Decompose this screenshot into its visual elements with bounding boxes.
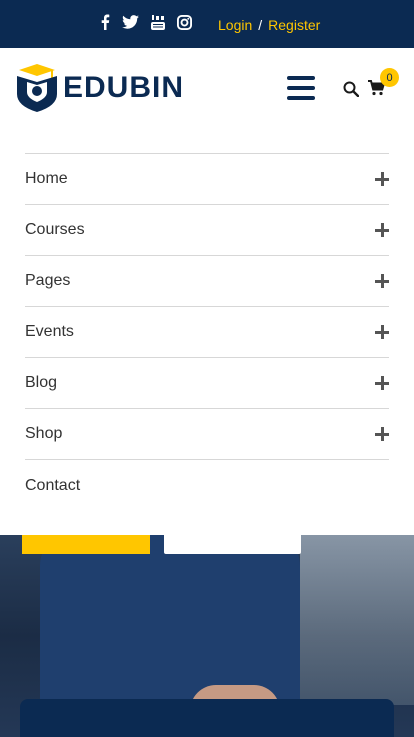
menu-item-label: Pages	[25, 272, 71, 289]
mobile-menu-list: Home Courses Pages Events Blog Shop Cont…	[25, 153, 389, 511]
twitter-icon[interactable]	[122, 15, 139, 29]
hero-info-card	[20, 699, 394, 737]
instagram-icon[interactable]	[177, 14, 192, 30]
menu-item-label: Shop	[25, 425, 63, 442]
facebook-icon[interactable]	[100, 14, 110, 30]
youtube-icon[interactable]	[151, 14, 165, 30]
menu-item-label: Home	[25, 170, 68, 187]
menu-item-blog[interactable]: Blog	[25, 358, 389, 409]
menu-item-label: Contact	[25, 476, 81, 494]
auth-links: Login / Register	[218, 17, 320, 33]
login-link[interactable]: Login	[218, 17, 252, 33]
plus-icon[interactable]	[375, 376, 389, 390]
plus-icon[interactable]	[375, 223, 389, 237]
menu-item-courses[interactable]: Courses	[25, 205, 389, 256]
plus-icon[interactable]	[375, 427, 389, 441]
auth-separator: /	[258, 17, 263, 33]
menu-item-label: Courses	[25, 221, 85, 238]
social-links	[100, 14, 192, 30]
register-link[interactable]: Register	[268, 17, 320, 33]
search-icon[interactable]	[343, 81, 360, 102]
menu-item-label: Events	[25, 323, 74, 340]
logo-text: EDUBIN	[63, 71, 185, 104]
plus-icon[interactable]	[375, 325, 389, 339]
menu-item-home[interactable]: Home	[25, 154, 389, 205]
menu-item-label: Blog	[25, 374, 58, 391]
menu-toggle-button[interactable]	[287, 76, 315, 100]
menu-item-events[interactable]: Events	[25, 307, 389, 358]
menu-item-contact[interactable]: Contact	[25, 460, 389, 511]
site-header: EDUBIN	[0, 48, 414, 130]
site-logo[interactable]: EDUBIN	[15, 64, 184, 112]
menu-item-pages[interactable]: Pages	[25, 256, 389, 307]
plus-icon[interactable]	[375, 274, 389, 288]
cart-count-badge: 0	[380, 68, 399, 87]
mobile-menu-panel: Home Courses Pages Events Blog Shop Cont…	[0, 130, 414, 535]
top-bar: Login / Register	[0, 0, 414, 48]
plus-icon[interactable]	[375, 172, 389, 186]
menu-item-shop[interactable]: Shop	[25, 409, 389, 460]
graduation-cap-icon	[17, 64, 57, 112]
